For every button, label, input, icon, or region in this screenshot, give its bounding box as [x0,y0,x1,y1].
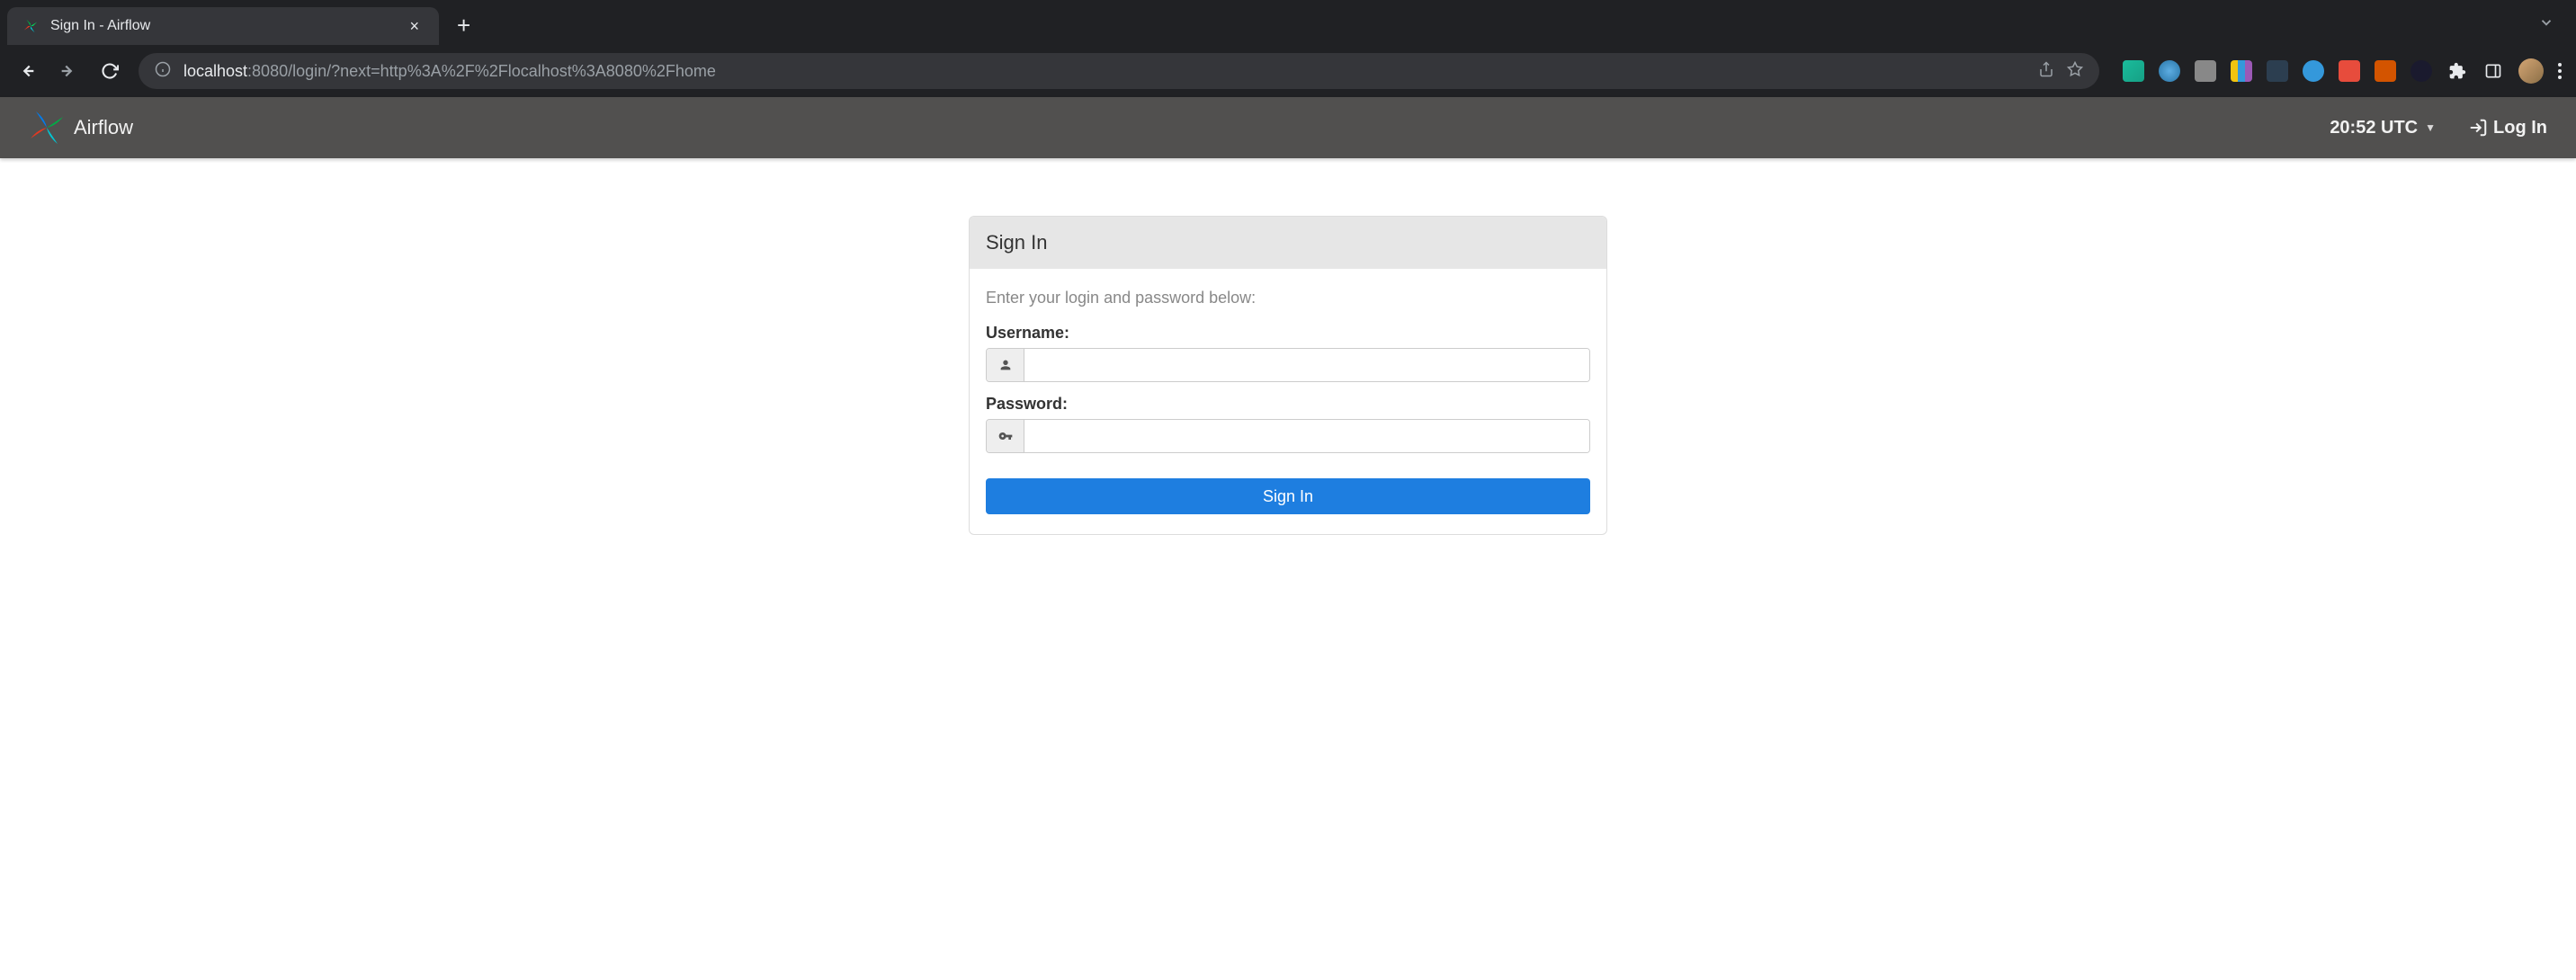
login-link-text: Log In [2493,118,2547,138]
chevron-down-icon[interactable] [2538,14,2554,35]
username-input-group [986,348,1590,382]
tab-title: Sign In - Airflow [50,18,393,34]
nav-bar: localhost:8080/login/?next=http%3A%2F%2F… [0,45,2576,97]
new-tab-button[interactable]: + [457,12,470,40]
extension-icon[interactable] [2195,60,2216,82]
site-info-icon[interactable] [155,61,171,82]
help-text: Enter your login and password below: [986,289,1590,307]
key-icon [987,420,1024,452]
panel-icon[interactable] [2482,60,2504,82]
panel-title: Sign In [970,217,1606,269]
login-icon [2468,118,2488,138]
extension-icon[interactable] [2123,60,2144,82]
browser-menu-icon[interactable] [2558,63,2562,79]
close-icon[interactable]: × [404,15,425,38]
password-label: Password: [986,395,1590,414]
app-header: Airflow 20:52 UTC ▼ Log In [0,97,2576,158]
browser-tab[interactable]: Sign In - Airflow × [7,7,439,45]
browser-chrome: Sign In - Airflow × + localhost:8080/log… [0,0,2576,97]
login-link[interactable]: Log In [2468,118,2547,138]
caret-down-icon: ▼ [2425,121,2436,134]
extension-icon[interactable] [2267,60,2288,82]
profile-avatar[interactable] [2518,58,2544,84]
extension-icons [2123,58,2562,84]
app-brand[interactable]: Airflow [29,110,133,146]
extension-icon[interactable] [2339,60,2360,82]
password-input[interactable] [1024,420,1589,452]
brand-text: Airflow [74,116,133,139]
bookmark-icon[interactable] [2067,61,2083,82]
address-text: localhost:8080/login/?next=http%3A%2F%2F… [183,62,716,81]
extension-icon[interactable] [2159,60,2180,82]
page-content: Sign In Enter your login and password be… [0,158,2576,535]
username-input[interactable] [1024,349,1589,381]
share-icon[interactable] [2038,61,2054,82]
extension-icon[interactable] [2231,60,2252,82]
tab-favicon-icon [22,17,40,35]
panel-body: Enter your login and password below: Use… [970,269,1606,534]
username-label: Username: [986,324,1590,343]
tab-bar: Sign In - Airflow × + [0,0,2576,45]
extensions-puzzle-icon[interactable] [2446,60,2468,82]
reload-button[interactable] [97,58,122,84]
extension-icon[interactable] [2375,60,2396,82]
extension-icon[interactable] [2411,60,2432,82]
airflow-logo-icon [29,110,65,146]
user-icon [987,349,1024,381]
back-button[interactable] [14,58,40,84]
signin-panel: Sign In Enter your login and password be… [969,216,1607,535]
signin-button[interactable]: Sign In [986,478,1590,514]
header-time-text: 20:52 UTC [2330,118,2418,138]
address-bar[interactable]: localhost:8080/login/?next=http%3A%2F%2F… [139,53,2099,89]
extension-icon[interactable] [2303,60,2324,82]
header-time-dropdown[interactable]: 20:52 UTC ▼ [2330,118,2436,138]
password-input-group [986,419,1590,453]
forward-button[interactable] [56,58,81,84]
